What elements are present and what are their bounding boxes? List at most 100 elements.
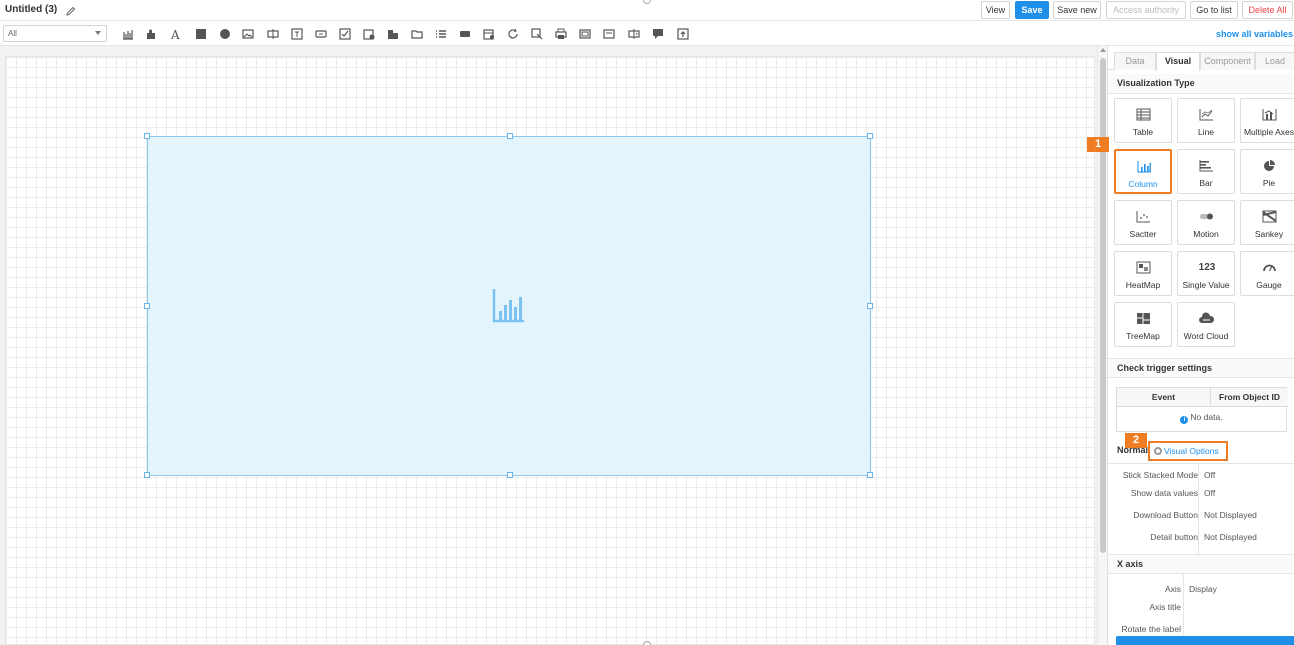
save-button[interactable]: Save xyxy=(1015,1,1049,19)
viz-type-label: Pie xyxy=(1262,178,1276,188)
checkbox-tool-icon[interactable] xyxy=(339,28,351,40)
split-tool-icon[interactable] xyxy=(628,28,640,40)
option-row[interactable]: Detail button Not Displayed xyxy=(1108,526,1294,548)
tab-visual-options[interactable]: Visual Options xyxy=(1148,441,1228,461)
panel-tool-icon[interactable] xyxy=(603,28,615,40)
x-axis-key: Rotate the label xyxy=(1121,624,1181,634)
tabs-tool-icon[interactable] xyxy=(387,28,399,40)
x-axis-key: Axis title xyxy=(1149,602,1181,612)
button-tool-icon[interactable] xyxy=(315,28,327,40)
column-chart-widget[interactable] xyxy=(144,133,873,478)
treemap-icon xyxy=(1136,312,1151,325)
refresh-tool-icon[interactable] xyxy=(507,28,519,40)
scrollbar-thumb[interactable] xyxy=(1100,58,1106,553)
document-title[interactable]: Untitled (3) xyxy=(5,4,57,15)
access-authority-button[interactable]: Access authority xyxy=(1106,1,1186,19)
callout-badge-1: 1 xyxy=(1087,137,1109,152)
option-value[interactable]: Not Displayed xyxy=(1204,532,1257,542)
input-tool-icon[interactable] xyxy=(267,28,279,40)
viz-type-line[interactable]: Line xyxy=(1177,98,1235,143)
viz-type-label: Line xyxy=(1197,127,1215,137)
resize-handle-left[interactable] xyxy=(144,303,150,309)
gauge-icon xyxy=(1262,261,1277,274)
trigger-table-header-event: Event xyxy=(1117,388,1211,407)
viz-type-table[interactable]: Table xyxy=(1114,98,1172,143)
viz-type-label: TreeMap xyxy=(1126,331,1160,341)
resize-handle-top-right[interactable] xyxy=(867,133,873,139)
resize-handle-bottom-right[interactable] xyxy=(867,472,873,478)
viz-type-word-cloud[interactable]: Word Cloud xyxy=(1177,302,1235,347)
component-toolbar: All A show all variables xyxy=(0,21,1294,46)
viz-type-label: Table xyxy=(1132,127,1154,137)
bar-chart-icon xyxy=(1199,159,1214,172)
edit-pencil-icon[interactable] xyxy=(66,3,76,16)
date-filter-tool-icon[interactable] xyxy=(363,28,375,40)
resize-handle-bottom-left[interactable] xyxy=(144,472,150,478)
viz-type-scatter[interactable]: Sactter xyxy=(1114,200,1172,245)
list-tool-icon[interactable] xyxy=(435,28,447,40)
export-tool-icon[interactable] xyxy=(531,28,543,40)
viz-type-label: Single Value xyxy=(1182,280,1230,290)
viz-type-label: Gauge xyxy=(1256,280,1282,290)
upload-tool-icon[interactable] xyxy=(677,28,689,40)
viz-type-motion[interactable]: Motion xyxy=(1177,200,1235,245)
viz-type-gauge[interactable]: Gauge xyxy=(1240,251,1294,296)
resize-handle-top-left[interactable] xyxy=(144,133,150,139)
column-chart-tool-icon[interactable] xyxy=(122,28,134,40)
viz-type-bar[interactable]: Bar xyxy=(1177,149,1235,194)
image-tool-icon[interactable] xyxy=(242,28,254,40)
viz-type-column[interactable]: Column xyxy=(1114,149,1172,194)
frame-tool-icon[interactable] xyxy=(579,28,591,40)
textbox-tool-icon[interactable] xyxy=(291,28,303,40)
option-value[interactable]: Not Displayed xyxy=(1204,510,1257,520)
delete-all-button[interactable]: Delete All xyxy=(1242,1,1293,19)
go-to-list-button[interactable]: Go to list xyxy=(1190,1,1238,19)
view-button[interactable]: View xyxy=(981,1,1010,19)
properties-panel: Data Visual Component Load Visualization… xyxy=(1107,46,1294,645)
tab-load[interactable]: Load xyxy=(1255,52,1294,70)
print-tool-icon[interactable] xyxy=(555,28,567,40)
viz-type-label: Sactter xyxy=(1129,229,1157,239)
trigger-table: Event From Object ID i No data. xyxy=(1116,387,1288,432)
tab-component[interactable]: Component xyxy=(1200,52,1255,70)
collapse-bottom-handle[interactable] xyxy=(643,641,651,645)
option-row[interactable]: Download Button Not Displayed xyxy=(1108,504,1294,526)
callout-badge-2: 2 xyxy=(1125,433,1147,448)
save-new-button[interactable]: Save new xyxy=(1053,1,1101,19)
viz-type-multiple-axes[interactable]: Multiple Axes xyxy=(1240,98,1294,143)
filter-select[interactable]: All xyxy=(3,25,107,42)
viz-type-pie[interactable]: Pie xyxy=(1240,149,1294,194)
single-value-icon: 123 xyxy=(1198,262,1216,273)
show-all-variables-link[interactable]: show all variables xyxy=(1216,29,1293,39)
rectangle-tool-icon[interactable] xyxy=(195,28,207,40)
viz-type-single-value[interactable]: 123 Single Value xyxy=(1177,251,1235,296)
pie-chart-icon xyxy=(1262,159,1277,172)
resize-handle-top[interactable] xyxy=(507,133,513,139)
viz-type-heatmap[interactable]: HeatMap xyxy=(1114,251,1172,296)
option-row[interactable]: Show data values Off xyxy=(1108,482,1294,504)
resize-handle-bottom[interactable] xyxy=(507,472,513,478)
app-root: Untitled (3) View Save Save new Access a… xyxy=(0,0,1294,645)
canvas-vertical-scrollbar[interactable] xyxy=(1097,46,1107,645)
resize-handle-right[interactable] xyxy=(867,303,873,309)
tab-visual[interactable]: Visual xyxy=(1156,52,1200,71)
scroll-up-icon[interactable] xyxy=(1100,48,1106,52)
viz-type-sankey[interactable]: Sankey xyxy=(1240,200,1294,245)
viz-type-treemap[interactable]: TreeMap xyxy=(1114,302,1172,347)
puzzle-tool-icon[interactable] xyxy=(145,28,157,40)
folder-tool-icon[interactable] xyxy=(411,28,423,40)
circle-tool-icon[interactable] xyxy=(219,28,231,40)
calendar-tool-icon[interactable] xyxy=(483,28,495,40)
option-value[interactable]: Off xyxy=(1204,488,1215,498)
option-key: Stick Stacked Mode xyxy=(1122,470,1198,480)
tag-tool-icon[interactable] xyxy=(459,28,471,40)
filter-select-value: All xyxy=(8,29,17,38)
text-tool-icon[interactable]: A xyxy=(170,28,182,40)
apply-button[interactable] xyxy=(1116,636,1294,645)
viz-type-label: Motion xyxy=(1193,229,1219,239)
option-value[interactable]: Off xyxy=(1204,470,1215,480)
x-axis-value[interactable]: Display xyxy=(1189,584,1217,594)
sankey-chart-icon xyxy=(1262,210,1277,223)
comment-tool-icon[interactable] xyxy=(652,28,664,40)
tab-data[interactable]: Data xyxy=(1114,52,1156,70)
